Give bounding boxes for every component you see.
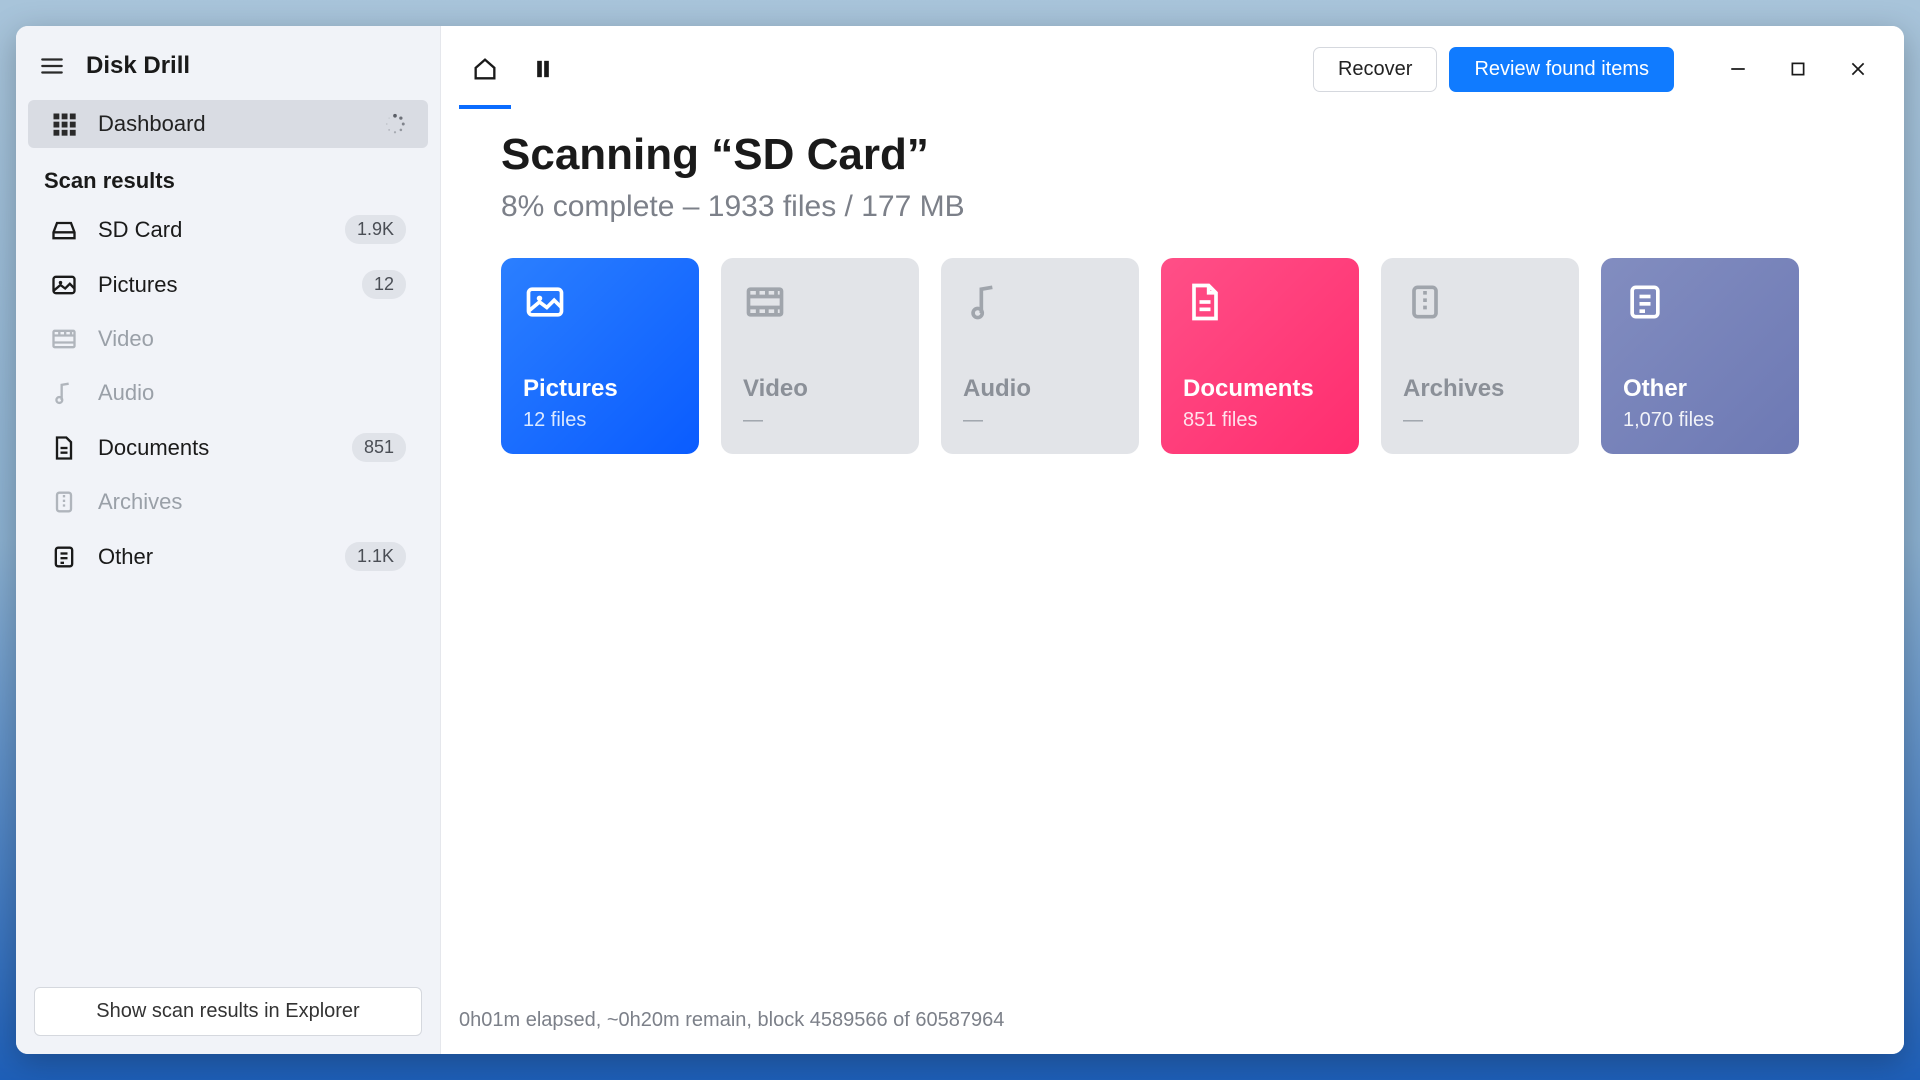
file-icon xyxy=(50,543,78,571)
sidebar-item-label: Other xyxy=(98,544,325,570)
video-icon xyxy=(50,325,78,353)
card-archives[interactable]: Archives — xyxy=(1381,258,1579,454)
minimize-icon[interactable] xyxy=(1710,47,1766,91)
card-subtitle: 12 files xyxy=(523,409,677,432)
window-controls xyxy=(1710,47,1886,91)
app-window: Disk Drill Dashboard Scan results SD Car… xyxy=(16,26,1904,1054)
loading-spinner-icon xyxy=(384,113,406,135)
sidebar-item-label: Archives xyxy=(98,489,406,515)
picture-icon xyxy=(523,280,567,324)
card-title: Video xyxy=(743,375,897,403)
count-badge: 1.9K xyxy=(345,215,406,244)
toolbar-left xyxy=(459,43,569,95)
sidebar-item-label: SD Card xyxy=(98,217,325,243)
home-button[interactable] xyxy=(459,43,511,95)
menu-icon[interactable] xyxy=(36,50,68,82)
scan-progress-subtitle: 8% complete – 1933 files / 177 MB xyxy=(501,190,1844,224)
card-subtitle: — xyxy=(743,409,897,432)
pause-button[interactable] xyxy=(517,43,569,95)
card-subtitle: 851 files xyxy=(1183,409,1337,432)
card-other[interactable]: Other 1,070 files xyxy=(1601,258,1799,454)
sidebar-item-label: Pictures xyxy=(98,272,342,298)
card-subtitle: 1,070 files xyxy=(1623,409,1777,432)
document-icon xyxy=(1183,280,1227,324)
card-documents[interactable]: Documents 851 files xyxy=(1161,258,1359,454)
maximize-icon[interactable] xyxy=(1770,47,1826,91)
close-icon[interactable] xyxy=(1830,47,1886,91)
show-in-explorer-button[interactable]: Show scan results in Explorer xyxy=(34,987,422,1036)
sidebar-item-video[interactable]: Video xyxy=(28,314,428,364)
sidebar-item-pictures[interactable]: Pictures 12 xyxy=(28,259,428,310)
card-subtitle: — xyxy=(963,409,1117,432)
sidebar-item-audio[interactable]: Audio xyxy=(28,368,428,418)
sidebar-item-archives[interactable]: Archives xyxy=(28,477,428,527)
sidebar-item-dashboard[interactable]: Dashboard xyxy=(28,100,428,148)
audio-icon xyxy=(963,280,1007,324)
count-badge: 1.1K xyxy=(345,542,406,571)
sidebar-item-documents[interactable]: Documents 851 xyxy=(28,422,428,473)
sidebar-item-other[interactable]: Other 1.1K xyxy=(28,531,428,582)
sidebar-item-label: Dashboard xyxy=(98,111,364,137)
sidebar: Disk Drill Dashboard Scan results SD Car… xyxy=(16,26,441,1054)
category-cards: Pictures 12 files Video — Audio — xyxy=(501,258,1844,454)
content-area: Scanning “SD Card” 8% complete – 1933 fi… xyxy=(441,98,1904,1009)
sidebar-item-label: Video xyxy=(98,326,406,352)
status-bar: 0h01m elapsed, ~0h20m remain, block 4589… xyxy=(441,1009,1904,1054)
card-video[interactable]: Video — xyxy=(721,258,919,454)
archive-icon xyxy=(50,488,78,516)
app-title: Disk Drill xyxy=(86,52,190,80)
sidebar-item-sdcard[interactable]: SD Card 1.9K xyxy=(28,204,428,255)
card-title: Pictures xyxy=(523,375,677,403)
sidebar-header: Disk Drill xyxy=(16,26,440,100)
sidebar-footer: Show scan results in Explorer xyxy=(16,969,440,1054)
grid-icon xyxy=(50,110,78,138)
main-pane: Recover Review found items Scanning “SD … xyxy=(441,26,1904,1054)
audio-icon xyxy=(50,379,78,407)
review-found-items-button[interactable]: Review found items xyxy=(1449,47,1674,92)
sidebar-item-label: Audio xyxy=(98,380,406,406)
sidebar-item-label: Documents xyxy=(98,435,332,461)
toolbar: Recover Review found items xyxy=(441,26,1904,98)
card-title: Documents xyxy=(1183,375,1337,403)
card-subtitle: — xyxy=(1403,409,1557,432)
archive-icon xyxy=(1403,280,1447,324)
drive-icon xyxy=(50,216,78,244)
card-pictures[interactable]: Pictures 12 files xyxy=(501,258,699,454)
picture-icon xyxy=(50,271,78,299)
card-title: Archives xyxy=(1403,375,1557,403)
recover-button[interactable]: Recover xyxy=(1313,47,1437,92)
card-title: Audio xyxy=(963,375,1117,403)
file-icon xyxy=(1623,280,1667,324)
document-icon xyxy=(50,434,78,462)
page-title: Scanning “SD Card” xyxy=(501,130,1844,180)
sidebar-section-heading: Scan results xyxy=(16,148,440,202)
card-audio[interactable]: Audio — xyxy=(941,258,1139,454)
video-icon xyxy=(743,280,787,324)
count-badge: 851 xyxy=(352,433,406,462)
count-badge: 12 xyxy=(362,270,406,299)
card-title: Other xyxy=(1623,375,1777,403)
